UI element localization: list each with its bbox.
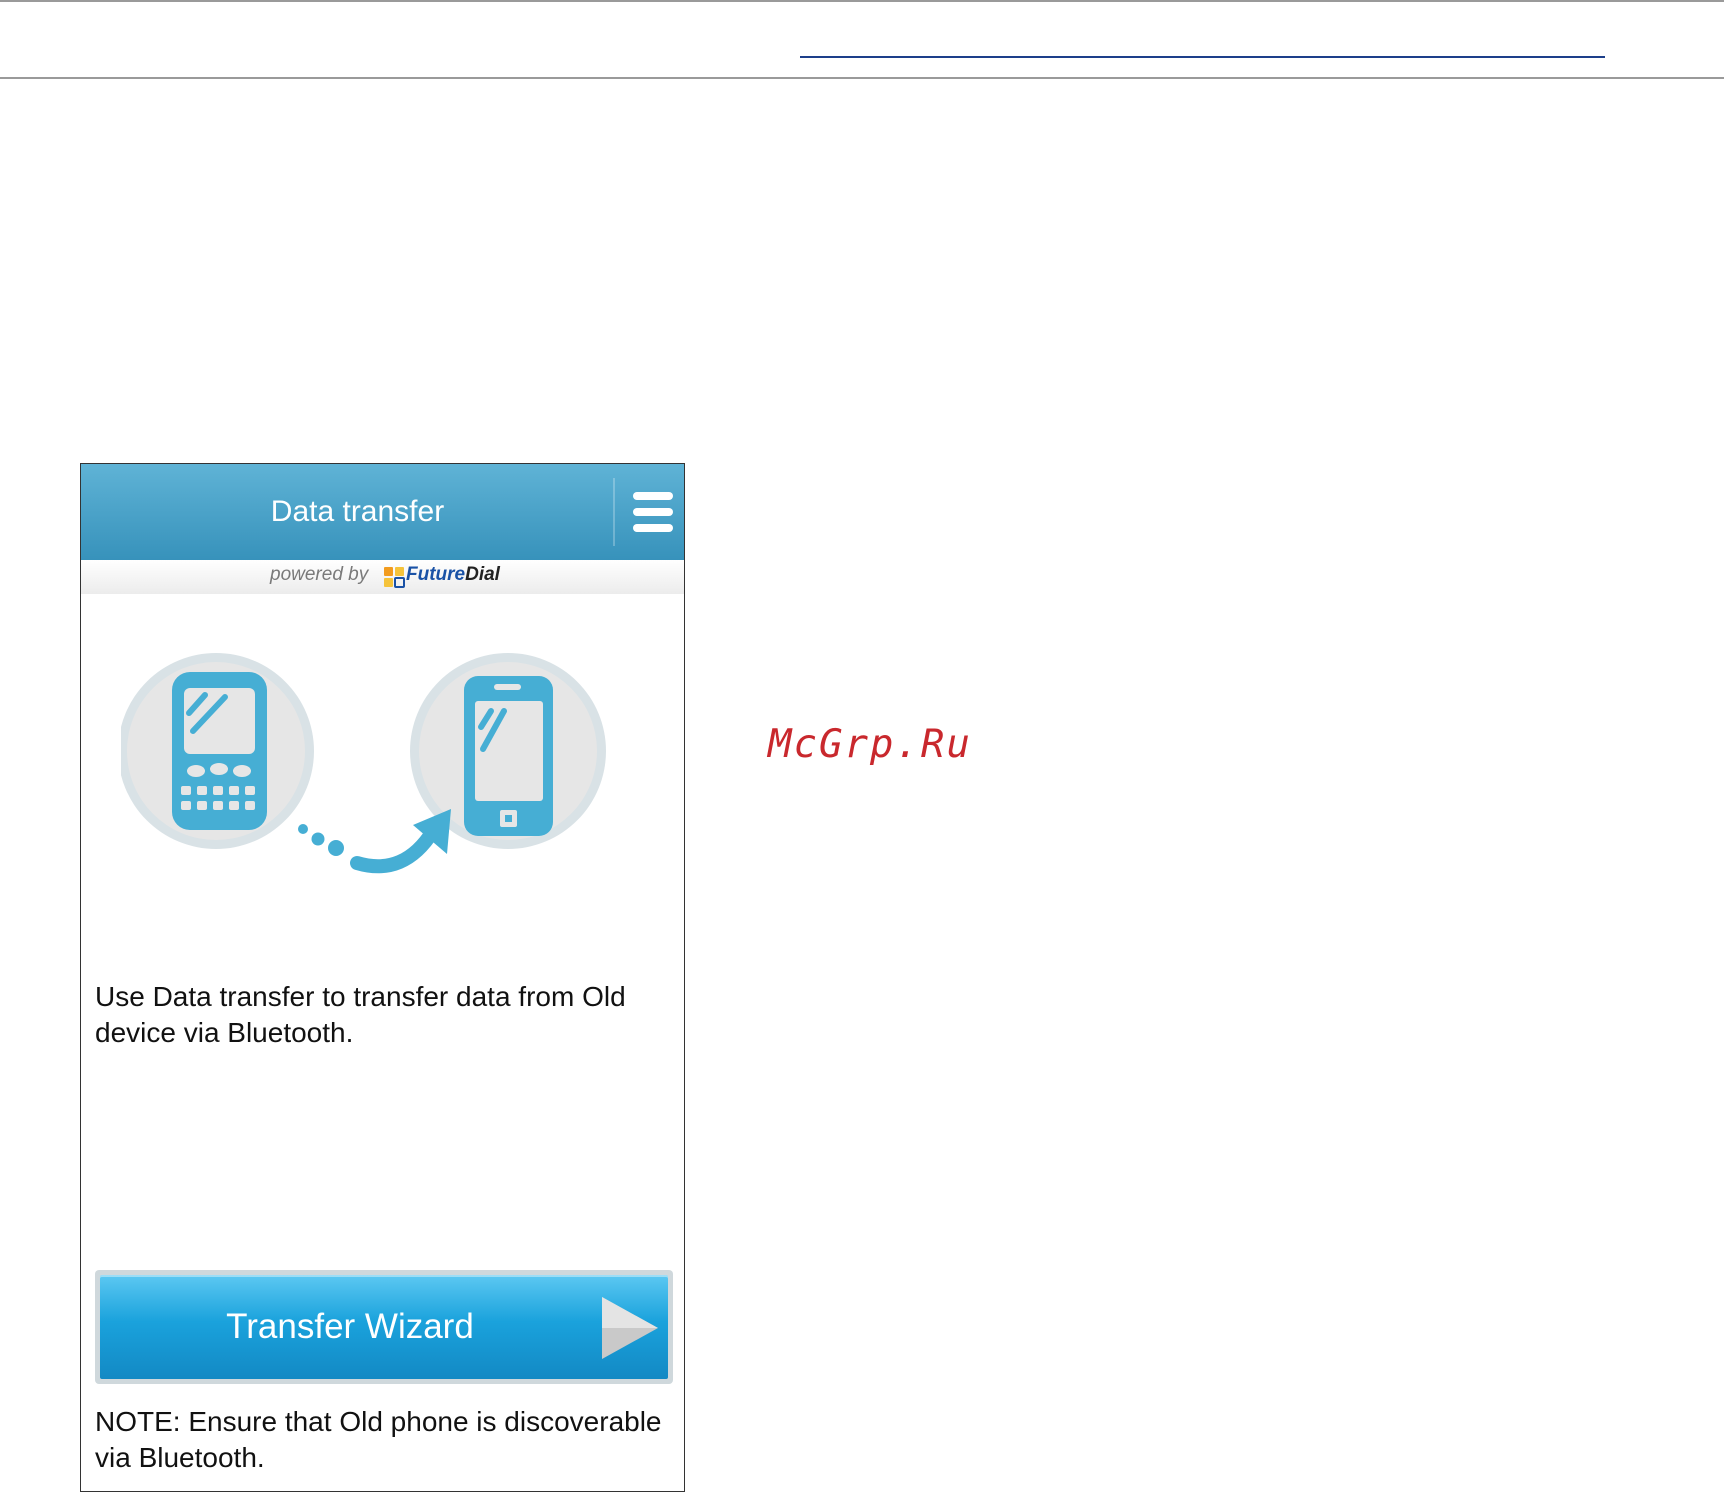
brand-future: Future	[406, 564, 466, 585]
transfer-illustration	[121, 653, 606, 874]
brand-dial: Dial	[465, 564, 500, 585]
transfer-arrow-icon	[298, 809, 451, 874]
transfer-wizard-button-face[interactable]: Transfer Wizard	[100, 1275, 668, 1379]
header-rule	[0, 77, 1724, 79]
old-phone-icon	[121, 653, 314, 849]
app-bar: Data transfer	[81, 464, 684, 560]
phone-screenshot: Data transfer powered by FutureDial Use …	[80, 463, 685, 1492]
description-text: Use Data transfer to transfer data from …	[95, 981, 626, 1048]
powered-by-bar: powered by FutureDial	[81, 560, 684, 594]
app-bar-divider	[613, 478, 615, 546]
play-arrow-icon	[602, 1297, 658, 1359]
note-text: NOTE: Ensure that Old phone is discovera…	[95, 1406, 662, 1473]
futuredial-logo-icon	[384, 567, 405, 588]
futuredial-brand: FutureDial	[406, 564, 500, 586]
top-rule	[0, 0, 1724, 2]
transfer-wizard-button[interactable]: Transfer Wizard	[95, 1270, 673, 1384]
transfer-wizard-label: Transfer Wizard	[226, 1307, 474, 1346]
hamburger-menu-icon[interactable]	[626, 486, 678, 538]
powered-by-label: powered by	[270, 564, 369, 585]
app-title: Data transfer	[270, 495, 445, 528]
watermark: McGrp.Ru	[768, 722, 972, 767]
header-underline	[800, 56, 1605, 58]
